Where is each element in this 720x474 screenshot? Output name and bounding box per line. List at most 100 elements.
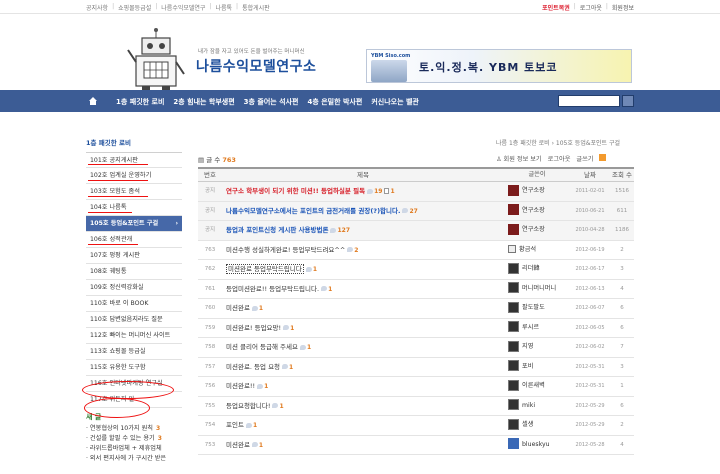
home-icon[interactable] [88, 96, 98, 106]
post-title-link[interactable]: 미션 클리어 등급해 주세요 [226, 343, 298, 351]
table-row[interactable]: 759 미션완료! 등업요망! 1 루시르 2012-06-05 6 [198, 319, 634, 338]
post-title-link[interactable]: 등업요청합니다! [226, 402, 270, 410]
comment-count[interactable]: 1 [290, 325, 294, 332]
table-row[interactable]: 758 미션 클리어 등급해 주세요 1 지영 2012-06-02 7 [198, 338, 634, 358]
post-title-link[interactable]: 미션완료 등업부탁드립니다 [226, 264, 304, 274]
table-row[interactable]: 공지 연구소 학부생이 되기 위한 미션!! 등업하실분 필독 19 1 연구소장 201… [198, 182, 634, 202]
row-author[interactable]: 연구소장 [504, 182, 570, 201]
table-row[interactable]: 762 미션완료 등업부탁드립니다 1 리더韓 2012-06-17 3 [198, 260, 634, 280]
post-title-link[interactable]: 미션완료 [226, 441, 250, 449]
post-title-link[interactable]: 미션완료!! [226, 382, 255, 390]
post-title-link[interactable]: 포인트 [226, 421, 244, 429]
comment-count[interactable]: 1 [313, 266, 317, 273]
sidebar-item-112[interactable]: 112호 빠이는 머니머신 사이트 [86, 328, 182, 344]
comment-count[interactable]: 19 [374, 188, 382, 195]
row-author[interactable]: 팔도팔도 [504, 299, 570, 318]
sidebar-item-113[interactable]: 113호 쇼핑몰 등급실 [86, 344, 182, 360]
table-row[interactable]: 757 미션완료. 등업 요청 1 포비 2012-05-31 3 [198, 358, 634, 377]
row-title-cell: 미션완료 1 [222, 299, 504, 318]
comment-count[interactable]: 1 [264, 383, 268, 390]
top-link-talk[interactable]: 나름톡 [215, 3, 232, 12]
post-title-link[interactable]: 미션완료. 등업 요청 [226, 363, 280, 371]
comment-count[interactable]: 1 [328, 286, 332, 293]
sidebar-item-103[interactable]: 103호 모험도 좀석 [86, 184, 182, 200]
row-author[interactable]: 황금석 [504, 241, 570, 260]
write-button[interactable]: 글쓰기 [576, 154, 593, 163]
nav-item-floor2[interactable]: 2층 힘내는 학부생편 [173, 97, 234, 107]
post-title-link[interactable]: 연구소 학부생이 되기 위한 미션!! 등업하실분 필독 [226, 187, 365, 195]
row-author[interactable]: 리더韓 [504, 260, 570, 279]
new-post-item[interactable]: · 건설를 할필 수 있는 용기 3 [86, 434, 182, 444]
comment-count[interactable]: 1 [279, 403, 283, 410]
nav-item-floor4[interactable]: 4층 은밀한 박사편 [307, 97, 362, 107]
row-author[interactable]: 포비 [504, 358, 570, 377]
logout-link[interactable]: 로그아웃 [580, 3, 602, 12]
sidebar-item-106[interactable]: 106호 성적관개 [86, 232, 182, 248]
ad-banner[interactable]: YBM Siso.com 토.익.정.복. YBM 토보코 [366, 49, 632, 83]
sidebar-item-105[interactable]: 105호 등업&포인트 구걸 [86, 216, 182, 232]
logout-button[interactable]: 로그아웃 [548, 154, 571, 163]
row-author[interactable]: 지영 [504, 338, 570, 357]
table-row[interactable]: 761 등업미션완료!! 등업부탁드립니다. 1 머니머니머니 2012-06-13 4 [198, 280, 634, 299]
search-input[interactable] [558, 95, 620, 107]
new-post-item[interactable]: · 라위드롭바업체 + 제휴업체 [86, 444, 182, 454]
comment-count[interactable]: 1 [307, 344, 311, 351]
table-row[interactable]: 763 미션수행 성실하게완료! 등업부탁드려요^^ 2 황금석 2012-06-19 2 [198, 241, 634, 260]
row-author[interactable]: miki [504, 397, 570, 416]
post-title-link[interactable]: 미션수행 성실하게완료! 등업부탁드려요^^ [226, 246, 345, 254]
comment-count[interactable]: 2 [354, 247, 358, 254]
site-title[interactable]: 나름수익모델연구소 [196, 56, 316, 76]
nav-item-extra[interactable]: 커신나오는 벨관 [371, 97, 419, 107]
row-author[interactable]: 머니머니머니 [504, 280, 570, 299]
sidebar-item-101[interactable]: 101호 공지게시판 [86, 152, 182, 168]
row-views: 6 [620, 305, 624, 311]
sidebar-item-107[interactable]: 107호 펑펑 게시판 [86, 248, 182, 264]
post-title-link[interactable]: 나름수익모델연구소에서는 포인트의 금전거래를 권장(?)합니다. [226, 207, 400, 215]
table-row[interactable]: 753 미션완료 1 blueskyu 2012-05-28 4 [198, 436, 634, 455]
sidebar-item-102[interactable]: 102호 업계실 운영하기 [86, 168, 182, 184]
sidebar-item-110[interactable]: 110호 바로 이 BOOK [86, 296, 182, 312]
post-title-link[interactable]: 미션완료 [226, 304, 250, 312]
annotation-circle [82, 381, 174, 399]
comment-count[interactable]: 1 [259, 442, 263, 449]
breadcrumb[interactable]: 나름 1층 패깃한 로비 › 105호 등업&포인트 구걸 [496, 138, 620, 147]
table-row[interactable]: 756 미션완료!! 1 이른새벽 2012-05-31 1 [198, 377, 634, 397]
new-post-item[interactable]: · 외서 편지사에 가 구시간 받은 [86, 454, 182, 464]
comment-count[interactable]: 127 [337, 227, 350, 234]
member-info-link[interactable]: 회원정보 [612, 3, 634, 12]
search-button[interactable] [622, 95, 634, 107]
row-author[interactable]: 연구소장 [504, 202, 570, 221]
nav-item-floor1[interactable]: 1층 패깃한 로비 [116, 97, 164, 107]
comment-count[interactable]: 27 [409, 208, 417, 215]
rss-icon[interactable] [599, 154, 607, 161]
comment-count[interactable]: 1 [259, 305, 263, 312]
sidebar-item-109[interactable]: 109호 정신력강화실 [86, 280, 182, 296]
nav-item-floor3[interactable]: 3층 즐어는 석사편 [244, 97, 299, 107]
row-author[interactable]: 이른새벽 [504, 377, 570, 396]
top-link-research[interactable]: 나름수익모델연구 [161, 3, 205, 12]
sidebar-item-111[interactable]: 110호 답변없음지라도 질문 [86, 312, 182, 328]
top-link-board[interactable]: 통합게시판 [242, 3, 270, 12]
post-title-link[interactable]: 등업미션완료!! 등업부탁드립니다. [226, 285, 319, 293]
post-title-link[interactable]: 등업과 포인트신청 게시판 사용방법론 [226, 226, 328, 234]
table-row[interactable]: 공지 등업과 포인트신청 게시판 사용방법론 127 연구소장 2010-04-28 11… [198, 221, 634, 241]
comment-count[interactable]: 1 [253, 422, 257, 429]
comment-count[interactable]: 1 [289, 364, 293, 371]
table-row[interactable]: 754 포인트 1 셀생 2012-05-29 2 [198, 416, 634, 436]
new-post-item[interactable]: · 연봉협상의 10가지 원칙 3 [86, 424, 182, 434]
points-lottery-link[interactable]: 포인트복권 [542, 3, 570, 12]
top-link-notice[interactable]: 공지사항 [86, 3, 108, 12]
row-author[interactable]: 연구소장 [504, 221, 570, 240]
post-title-link[interactable]: 미션완료! 등업요망! [226, 324, 281, 332]
row-author[interactable]: blueskyu [504, 436, 570, 455]
table-row[interactable]: 755 등업요청합니다! 1 miki 2012-05-29 6 [198, 397, 634, 416]
member-view-button[interactable]: ♙ 회원 정보 보기 [496, 154, 542, 163]
row-author[interactable]: 루시르 [504, 319, 570, 338]
table-row[interactable]: 760 미션완료 1 팔도팔도 2012-06-07 6 [198, 299, 634, 319]
row-author[interactable]: 셀생 [504, 416, 570, 435]
sidebar-item-115[interactable]: 115호 유용한 도구함 [86, 360, 182, 376]
sidebar-item-104[interactable]: 104호 나름톡 [86, 200, 182, 216]
sidebar-item-108[interactable]: 108호 궤팅통 [86, 264, 182, 280]
top-link-shop[interactable]: 쇼핑몰등급설 [118, 3, 151, 12]
table-row[interactable]: 공지 나름수익모델연구소에서는 포인트의 금전거래를 권장(?)합니다. 27 연구소… [198, 201, 634, 221]
